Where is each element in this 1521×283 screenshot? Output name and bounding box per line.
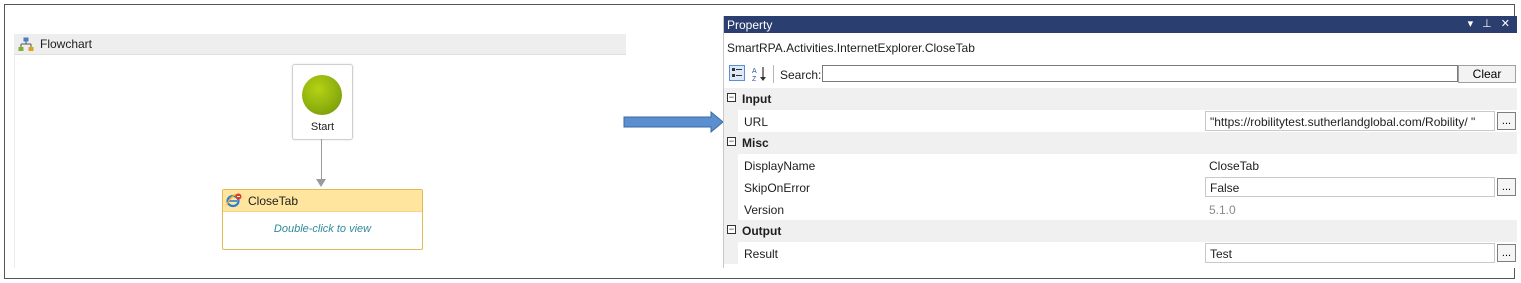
property-name: DisplayName bbox=[744, 159, 816, 173]
flowchart-title: Flowchart bbox=[40, 37, 93, 51]
closetab-activity[interactable]: CloseTab Double-click to view bbox=[222, 189, 423, 250]
property-name: Version bbox=[744, 203, 785, 217]
activity-header: CloseTab bbox=[223, 190, 422, 212]
property-titlebar: Property ▾ ⊥ ✕ bbox=[724, 16, 1517, 33]
property-row-displayname[interactable]: DisplayName CloseTab bbox=[724, 154, 1517, 176]
property-panel: Property ▾ ⊥ ✕ SmartRPA.Activities.Inter… bbox=[723, 16, 1517, 268]
start-label: Start bbox=[310, 121, 335, 133]
search-label: Search: bbox=[780, 68, 822, 82]
flowchart-header: Flowchart bbox=[14, 34, 626, 55]
row-gutter bbox=[724, 242, 738, 264]
version-value: 5.1.0 bbox=[1209, 203, 1236, 217]
property-row-version: Version 5.1.0 bbox=[724, 198, 1517, 220]
property-grid: − Input URL "https://robilitytest.suther… bbox=[724, 88, 1517, 264]
panel-window-buttons[interactable]: ▾ ⊥ ✕ bbox=[1468, 17, 1513, 30]
flow-connector-arrowhead bbox=[316, 179, 326, 187]
activity-title: CloseTab bbox=[248, 194, 299, 208]
row-gutter bbox=[724, 198, 738, 220]
skiponerror-value-field[interactable]: False bbox=[1205, 177, 1495, 197]
internet-explorer-icon bbox=[226, 193, 242, 208]
pointer-arrow-icon bbox=[623, 111, 724, 133]
property-name: URL bbox=[744, 115, 769, 129]
property-toolbar: A Z Search: Clear bbox=[724, 62, 1517, 86]
property-row-skiponerror[interactable]: SkipOnError False ... bbox=[724, 176, 1517, 198]
clear-button[interactable]: Clear bbox=[1458, 65, 1516, 83]
collapse-icon[interactable]: − bbox=[727, 225, 736, 234]
property-name: Result bbox=[744, 247, 779, 261]
property-row-url[interactable]: URL "https://robilitytest.sutherlandglob… bbox=[724, 110, 1517, 132]
property-title: Property bbox=[727, 18, 773, 32]
row-gutter bbox=[724, 154, 738, 176]
skiponerror-ellipsis-button[interactable]: ... bbox=[1497, 178, 1516, 196]
flowchart-icon bbox=[18, 37, 34, 51]
result-ellipsis-button[interactable]: ... bbox=[1497, 244, 1516, 262]
alphabetical-sort-icon[interactable]: A Z bbox=[751, 65, 769, 83]
flow-connector[interactable] bbox=[321, 139, 322, 182]
category-input[interactable]: − Input bbox=[724, 88, 1517, 110]
category-misc[interactable]: − Misc bbox=[724, 132, 1517, 154]
url-value-field[interactable]: "https://robilitytest.sutherlandglobal.c… bbox=[1205, 111, 1495, 131]
toolbar-separator bbox=[773, 65, 774, 83]
category-label: Input bbox=[742, 92, 772, 106]
search-input[interactable] bbox=[822, 65, 1458, 82]
collapse-icon[interactable]: − bbox=[727, 93, 736, 102]
category-label: Output bbox=[742, 224, 782, 238]
category-output[interactable]: − Output bbox=[724, 220, 1517, 242]
svg-text:A: A bbox=[752, 68, 757, 75]
start-circle-icon bbox=[302, 75, 342, 115]
svg-text:Z: Z bbox=[752, 76, 757, 83]
row-gutter bbox=[724, 176, 738, 198]
url-ellipsis-button[interactable]: ... bbox=[1497, 112, 1516, 130]
start-node[interactable]: Start bbox=[292, 64, 353, 140]
property-name: SkipOnError bbox=[744, 181, 811, 195]
categorized-view-icon[interactable] bbox=[729, 65, 745, 81]
property-row-result[interactable]: Result Test ... bbox=[724, 242, 1517, 264]
collapse-icon[interactable]: − bbox=[727, 137, 736, 146]
result-value-field[interactable]: Test bbox=[1205, 243, 1495, 263]
activity-hint: Double-click to view bbox=[273, 223, 372, 235]
displayname-value[interactable]: CloseTab bbox=[1209, 159, 1259, 173]
category-label: Misc bbox=[742, 136, 769, 150]
row-gutter bbox=[724, 110, 738, 132]
activity-type-name: SmartRPA.Activities.InternetExplorer.Clo… bbox=[727, 41, 975, 55]
